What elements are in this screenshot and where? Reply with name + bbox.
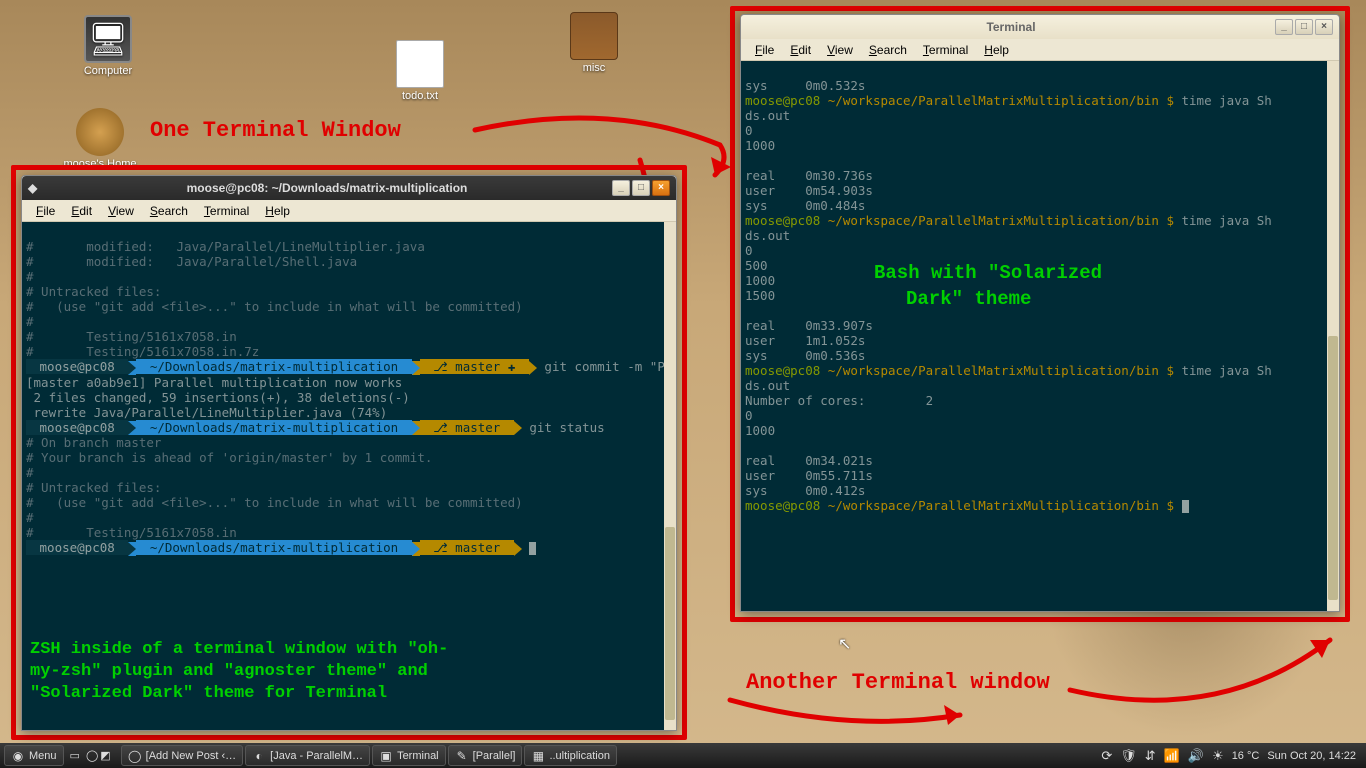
scrollbar-thumb[interactable]: [665, 527, 675, 720]
menu-terminal[interactable]: Terminal: [198, 202, 255, 220]
cursor: [529, 542, 536, 555]
titlebar[interactable]: Terminal _ □ ×: [741, 15, 1339, 39]
terminal-content[interactable]: # modified: Java/Parallel/LineMultiplier…: [22, 222, 676, 730]
window-title: Terminal: [747, 20, 1275, 34]
menu-view[interactable]: View: [821, 41, 859, 59]
taskbar-item[interactable]: ▦..ultiplication: [524, 745, 617, 766]
file-icon: [396, 40, 444, 88]
eclipse-icon: ◐: [252, 749, 266, 763]
menu-edit[interactable]: Edit: [65, 202, 98, 220]
folder-icon: ▦: [531, 749, 545, 763]
desktop-icon-home[interactable]: moose's Home: [60, 108, 140, 170]
cursor: [1182, 500, 1189, 513]
terminal-icon: ▣: [379, 749, 393, 763]
system-tray: ⟳ 🛡 ⇵ 📶 🔊 ☀ 16 °C Sun Oct 20, 14:22: [1095, 748, 1362, 764]
terminal-content[interactable]: sys 0m0.532s moose@pc08 ~/workspace/Para…: [741, 61, 1339, 611]
scrollbar[interactable]: [664, 222, 676, 730]
icon-label: Computer: [84, 65, 132, 77]
taskbar-item[interactable]: ◯[Add New Post ‹…: [121, 745, 243, 766]
chrome-icon: ◯: [128, 749, 142, 763]
menu-view[interactable]: View: [102, 202, 140, 220]
close-button[interactable]: ×: [652, 180, 670, 196]
menu-file[interactable]: FFileile: [30, 202, 61, 220]
menu-search[interactable]: Search: [144, 202, 194, 220]
folder-icon: [570, 12, 618, 60]
window-icon: ◆: [28, 181, 42, 195]
volume-icon[interactable]: 🔊: [1188, 748, 1204, 764]
gedit-icon: ✎: [455, 749, 469, 763]
minimize-button[interactable]: _: [612, 180, 630, 196]
show-desktop-icon[interactable]: ▭: [70, 749, 80, 762]
taskbar-item[interactable]: ✎[Parallel]: [448, 745, 523, 766]
taskbar-item[interactable]: ◐[Java - ParallelM…: [245, 745, 370, 766]
computer-icon: 🖥: [84, 15, 132, 63]
menubar: FFileile Edit View Search Terminal Help: [22, 200, 676, 222]
taskbar-item[interactable]: ▣Terminal: [372, 745, 446, 766]
desktop-icon-misc[interactable]: misc: [554, 12, 634, 74]
wifi-icon[interactable]: 📶: [1164, 748, 1180, 764]
menu-button[interactable]: ◉ Menu: [4, 745, 64, 766]
mouse-cursor-icon: ↖: [838, 634, 851, 654]
app-launcher-icon[interactable]: ◩: [100, 749, 110, 762]
clock[interactable]: Sun Oct 20, 14:22: [1267, 750, 1356, 762]
menu-help[interactable]: Help: [978, 41, 1015, 59]
chrome-icon[interactable]: ◯: [86, 749, 98, 762]
scrollbar[interactable]: [1327, 61, 1339, 611]
scrollbar-thumb[interactable]: [1328, 336, 1338, 600]
maximize-button[interactable]: □: [1295, 19, 1313, 35]
menu-help[interactable]: Help: [259, 202, 296, 220]
weather-icon[interactable]: ☀: [1212, 748, 1224, 764]
menu-edit[interactable]: Edit: [784, 41, 817, 59]
icon-label: todo.txt: [402, 90, 438, 102]
home-icon: [76, 108, 124, 156]
terminal-window-zsh[interactable]: ◆ moose@pc08: ~/Downloads/matrix-multipl…: [21, 175, 677, 731]
close-button[interactable]: ×: [1315, 19, 1333, 35]
window-title: moose@pc08: ~/Downloads/matrix-multiplic…: [42, 181, 612, 195]
menu-file[interactable]: File: [749, 41, 780, 59]
bottom-panel: ◉ Menu ▭ ◯ ◩ ◯[Add New Post ‹… ◐[Java - …: [0, 743, 1366, 768]
menu-terminal[interactable]: Terminal: [917, 41, 974, 59]
maximize-button[interactable]: □: [632, 180, 650, 196]
security-icon[interactable]: 🛡: [1120, 748, 1137, 764]
mint-icon: ◉: [11, 749, 25, 763]
desktop-icon-computer[interactable]: 🖥 Computer: [68, 15, 148, 77]
minimize-button[interactable]: _: [1275, 19, 1293, 35]
network-icon[interactable]: ⇵: [1145, 748, 1156, 764]
weather-text: 16 °C: [1232, 750, 1260, 762]
icon-label: moose's Home: [63, 158, 136, 170]
update-icon[interactable]: ⟳: [1101, 748, 1112, 764]
menu-search[interactable]: Search: [863, 41, 913, 59]
icon-label: misc: [583, 62, 606, 74]
terminal-window-bash[interactable]: Terminal _ □ × File Edit View Search Ter…: [740, 14, 1340, 612]
menu-label: Menu: [29, 750, 57, 762]
menubar: File Edit View Search Terminal Help: [741, 39, 1339, 61]
titlebar[interactable]: ◆ moose@pc08: ~/Downloads/matrix-multipl…: [22, 176, 676, 200]
desktop-icon-todo[interactable]: todo.txt: [380, 40, 460, 102]
